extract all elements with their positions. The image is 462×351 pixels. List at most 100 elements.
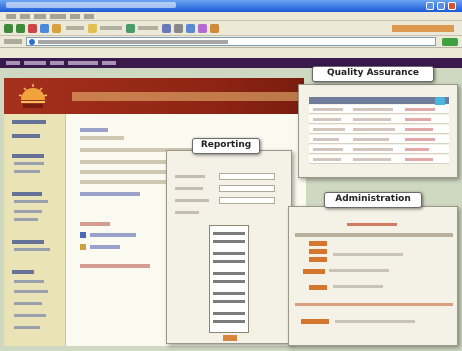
menu-item[interactable]: [50, 14, 66, 19]
sidebar-item[interactable]: [14, 248, 50, 251]
report-list[interactable]: [209, 225, 249, 333]
reporting-label: Reporting: [192, 138, 260, 154]
sidebar-heading[interactable]: [12, 192, 42, 196]
menu-item[interactable]: [20, 14, 30, 19]
content-line: [80, 136, 124, 140]
table-row[interactable]: [309, 145, 449, 154]
content-link[interactable]: [80, 264, 150, 268]
address-field[interactable]: [26, 37, 436, 46]
admin-button[interactable]: [309, 249, 327, 254]
toolbar-label[interactable]: [100, 26, 122, 30]
list-item[interactable]: [213, 280, 245, 283]
history-icon[interactable]: [126, 24, 135, 33]
sidebar-item[interactable]: [14, 302, 42, 305]
quality-assurance-label: Quality Assurance: [312, 66, 434, 82]
table-row[interactable]: [309, 135, 449, 144]
messenger-icon[interactable]: [210, 24, 219, 33]
sidebar-item[interactable]: [14, 200, 48, 203]
address-label: [4, 39, 22, 44]
menu-item[interactable]: [34, 14, 46, 19]
form-label: [175, 199, 209, 202]
go-arrow-icon[interactable]: [442, 38, 458, 46]
menu-item[interactable]: [6, 14, 16, 19]
print-icon[interactable]: [174, 24, 183, 33]
admin-section-title: [347, 223, 397, 226]
address-bar: [0, 36, 462, 48]
stop-icon[interactable]: [28, 24, 37, 33]
sidebar-item[interactable]: [14, 162, 44, 165]
list-item[interactable]: [213, 252, 245, 255]
sidebar-item[interactable]: [14, 290, 48, 293]
list-item[interactable]: [213, 300, 245, 303]
sidebar-item[interactable]: [14, 218, 38, 221]
forward-icon[interactable]: [16, 24, 25, 33]
administration-label: Administration: [324, 192, 422, 208]
menu-bar: [0, 12, 462, 21]
table-row[interactable]: [309, 115, 449, 124]
quality-assurance-window: [298, 84, 458, 178]
nav-item[interactable]: [6, 61, 20, 65]
list-item[interactable]: [213, 320, 245, 323]
list-item[interactable]: [213, 292, 245, 295]
nav-item[interactable]: [50, 61, 64, 65]
table-row[interactable]: [309, 105, 449, 114]
admin-button[interactable]: [309, 285, 327, 290]
minimize-icon[interactable]: [426, 2, 434, 10]
admin-header-bar: [295, 233, 453, 237]
sidebar-heading[interactable]: [12, 240, 44, 244]
list-item[interactable]: [213, 260, 245, 263]
toolbar-label[interactable]: [138, 26, 158, 30]
mail-icon[interactable]: [162, 24, 171, 33]
content-link[interactable]: [80, 192, 140, 196]
toolbar-label[interactable]: [66, 26, 84, 30]
list-item[interactable]: [213, 232, 245, 235]
admin-divider: [295, 303, 453, 306]
sidebar-heading[interactable]: [12, 154, 44, 158]
run-report-button[interactable]: [223, 335, 237, 341]
report-field[interactable]: [219, 185, 275, 192]
sidebar-heading[interactable]: [12, 270, 34, 274]
back-icon[interactable]: [4, 24, 13, 33]
document-icon[interactable]: [80, 232, 86, 238]
ie-page-icon: [29, 39, 35, 45]
nav-item[interactable]: [68, 61, 98, 65]
list-item[interactable]: [213, 240, 245, 243]
sidebar-item[interactable]: [14, 326, 40, 329]
content-link[interactable]: [90, 233, 136, 237]
sidebar-heading[interactable]: [12, 120, 46, 124]
nav-item[interactable]: [24, 61, 46, 65]
admin-button[interactable]: [301, 319, 329, 324]
refresh-icon[interactable]: [40, 24, 49, 33]
sidebar-item[interactable]: [14, 280, 44, 283]
favorites-icon[interactable]: [88, 24, 97, 33]
admin-button[interactable]: [309, 257, 327, 262]
content-heading: [80, 128, 108, 132]
report-field[interactable]: [219, 173, 275, 180]
table-row[interactable]: [309, 125, 449, 134]
home-icon[interactable]: [52, 24, 61, 33]
sidebar-item[interactable]: [14, 314, 46, 317]
admin-button[interactable]: [309, 241, 327, 246]
list-item[interactable]: [213, 312, 245, 315]
admin-button[interactable]: [303, 269, 325, 274]
folder-icon[interactable]: [80, 244, 86, 250]
list-item[interactable]: [213, 272, 245, 275]
content-link[interactable]: [90, 245, 120, 249]
sidebar-heading[interactable]: [12, 134, 40, 138]
discuss-icon[interactable]: [198, 24, 207, 33]
sidebar-item[interactable]: [14, 170, 40, 173]
table-row[interactable]: [309, 155, 449, 164]
menu-item[interactable]: [70, 14, 80, 19]
edit-icon[interactable]: [186, 24, 195, 33]
admin-text: [333, 285, 383, 288]
close-icon[interactable]: [448, 2, 456, 10]
url-text: [38, 40, 228, 44]
report-field[interactable]: [219, 197, 275, 204]
admin-text: [329, 269, 389, 272]
menu-item[interactable]: [84, 14, 94, 19]
nav-item[interactable]: [102, 61, 116, 65]
maximize-icon[interactable]: [437, 2, 445, 10]
administration-window: [288, 206, 458, 346]
form-label: [175, 187, 203, 190]
sidebar-item[interactable]: [14, 210, 42, 213]
